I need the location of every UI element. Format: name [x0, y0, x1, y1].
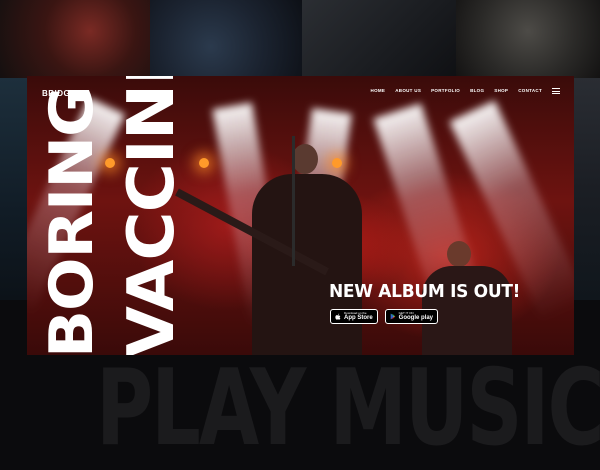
hero-title-line2: VACCINES: [115, 76, 189, 355]
concert-photo-tile: [302, 0, 456, 78]
google-play-button[interactable]: GET IT ON Google play: [384, 309, 439, 324]
hero-title-line1: BORING: [37, 86, 107, 355]
app-store-button[interactable]: Download on the App Store: [330, 309, 378, 324]
main-nav: HOME ABOUT US PORTFOLIO BLOG SHOP CONTAC…: [371, 88, 560, 94]
website-mockup: BRIDGE HOME ABOUT US PORTFOLIO BLOG SHOP…: [27, 76, 574, 355]
concert-photo-tile: [0, 78, 30, 300]
nav-item-portfolio[interactable]: PORTFOLIO: [431, 88, 460, 94]
stage-light-dot: [332, 158, 342, 168]
concert-photo-tile: [150, 0, 302, 78]
concert-photo-tile: [456, 0, 600, 78]
concert-photo-tile: [572, 78, 600, 300]
nav-item-contact[interactable]: CONTACT: [518, 88, 542, 94]
menu-icon[interactable]: [552, 88, 560, 94]
nav-item-blog[interactable]: BLOG: [470, 88, 484, 94]
app-store-label: App Store: [344, 315, 373, 321]
apple-icon: [335, 313, 341, 320]
stage-light-dot: [199, 158, 209, 168]
album-headline: NEW ALBUM IS OUT!: [329, 281, 521, 303]
guitarist-figure: [292, 144, 318, 174]
mic-stand: [292, 136, 295, 266]
store-badges: Download on the App Store GET IT ON Goog…: [330, 309, 439, 324]
nav-item-about-us[interactable]: ABOUT US: [395, 88, 421, 94]
google-play-icon: [390, 313, 396, 320]
guitarist-figure: [447, 241, 471, 267]
background-big-text: PLAY MUSIC: [96, 348, 600, 470]
nav-item-shop[interactable]: SHOP: [494, 88, 508, 94]
concert-photo-tile: [0, 0, 150, 78]
nav-item-home[interactable]: HOME: [371, 88, 386, 94]
google-play-label: Google play: [398, 315, 434, 321]
